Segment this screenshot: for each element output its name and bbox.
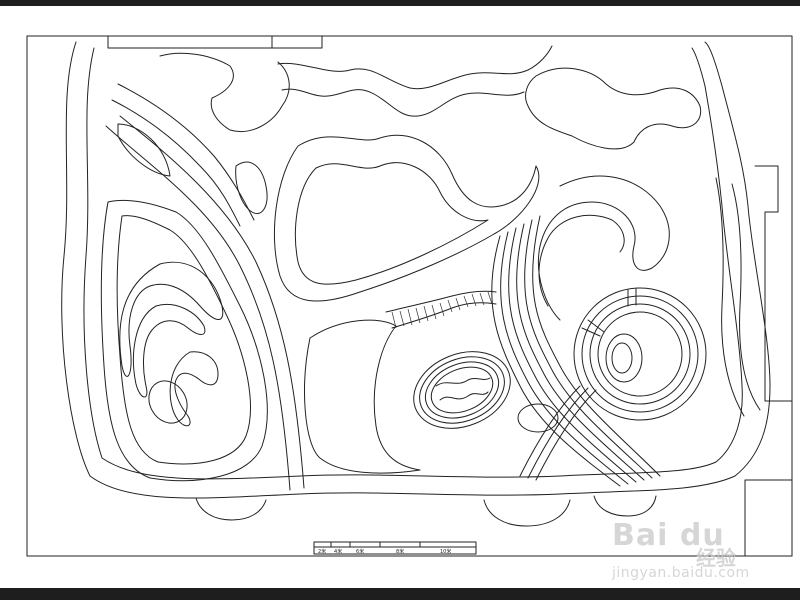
scale-label-8: 8米 [396, 548, 404, 555]
main-path-outer-edge [61, 41, 771, 499]
central-top-lawn-lower [281, 88, 525, 117]
pond-ring-3 [424, 361, 500, 419]
drawing-canvas: 2米 4米 6米 8米 10米 Bai du 经验 jingyan.baidu.… [0, 6, 800, 588]
top-entrance-notch [107, 35, 323, 49]
bottom-frame-bar [0, 588, 800, 600]
pond-ring-2 [419, 356, 505, 424]
right-building-outline [754, 165, 793, 402]
left-garden-bed-2 [133, 304, 206, 398]
scale-bar: 2米 4米 6米 8米 10米 [313, 541, 477, 555]
pond-water-lines [435, 377, 491, 401]
watermark-url: jingyan.baidu.com [612, 565, 750, 581]
hatched-bridge [385, 290, 497, 329]
scale-label-4: 4米 [334, 548, 342, 555]
site-plan-drawing: 2米 4米 6米 8米 10米 [26, 35, 793, 557]
pond-ring-1 [413, 351, 511, 429]
pond-ring-4 [430, 366, 494, 414]
right-vertical-path-2 [731, 183, 761, 411]
plaza-ring-3 [589, 303, 691, 405]
small-oval-bed [517, 403, 559, 433]
lower-middle-lawn [304, 319, 421, 474]
scale-label-2: 2米 [318, 548, 326, 555]
bottom-entrance-right [593, 495, 657, 517]
bottom-entrance-left [195, 497, 267, 521]
central-lawn-inner [294, 162, 489, 285]
left-garden-bed-3 [169, 351, 219, 427]
scale-label-10: 10米 [440, 548, 451, 555]
plaza-ring-4 [597, 311, 683, 397]
scale-label-6: 6米 [356, 548, 364, 555]
left-loop-inner [116, 215, 251, 465]
upper-right-lawn [525, 67, 702, 150]
bottom-entrance-middle [483, 499, 571, 527]
sweeping-line-bundle [491, 215, 661, 487]
baidu-jingyan-watermark: Bai du 经验 jingyan.baidu.com [612, 518, 762, 588]
central-top-lawn-wavy [277, 45, 553, 90]
plaza-center-core [611, 342, 633, 374]
central-lawn [273, 134, 540, 302]
right-arc-bed-inner [538, 214, 625, 307]
left-round-bed [148, 380, 188, 424]
small-island-1 [235, 161, 268, 214]
right-vertical-path-1 [715, 177, 745, 417]
plaza-center-ring [605, 333, 643, 383]
left-garden-bed-1 [119, 261, 224, 377]
plaza-ring-2 [581, 295, 699, 413]
plaza-outer-ring [573, 287, 707, 421]
drawing-border [26, 35, 793, 557]
top-left-lawn [159, 52, 290, 132]
diagonal-path-right-edge [119, 115, 305, 489]
